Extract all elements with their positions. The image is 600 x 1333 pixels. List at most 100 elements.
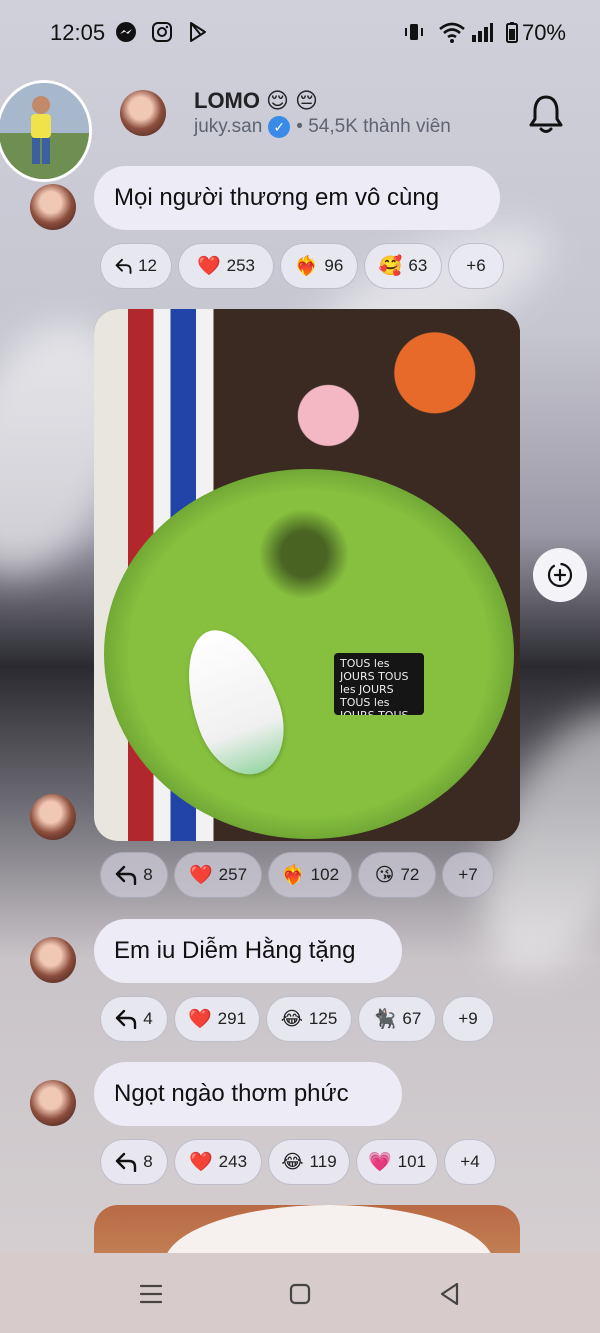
reaction-emoji: 😂 bbox=[281, 1151, 304, 1173]
reply-count: 12 bbox=[138, 256, 157, 275]
reaction-emoji: ❤️‍🔥 bbox=[280, 864, 305, 886]
bell-icon[interactable] bbox=[526, 92, 566, 136]
battery-percent: 70% bbox=[521, 20, 566, 45]
channel-name: LOMO bbox=[194, 88, 260, 113]
reaction-chip[interactable]: ❤️ 243 bbox=[174, 1139, 262, 1185]
play-store-icon bbox=[190, 22, 206, 42]
channel-username: juky.san bbox=[194, 116, 263, 137]
message-text: Mọi người thương em vô cùng bbox=[114, 184, 440, 211]
reaction-count: 257 bbox=[218, 865, 248, 884]
reaction-emoji: ❤️ bbox=[188, 864, 213, 886]
reaction-chip[interactable]: ❤️‍🔥 102 bbox=[268, 852, 352, 898]
reply-count: 8 bbox=[143, 865, 153, 884]
reaction-emoji: 🐈‍⬛ bbox=[372, 1008, 397, 1030]
reply-icon bbox=[115, 258, 132, 274]
reaction-emoji: 😘 bbox=[374, 864, 395, 886]
channel-subtitle: juky.san ✓ • 54,5K thành viên bbox=[194, 116, 451, 138]
community-avatar[interactable] bbox=[0, 80, 92, 182]
instagram-icon bbox=[152, 22, 172, 42]
message-bubble[interactable]: Mọi người thương em vô cùng bbox=[94, 166, 500, 230]
status-bar: 12:05 70% bbox=[0, 0, 600, 66]
reaction-chip[interactable]: 🐈‍⬛ 67 bbox=[358, 996, 436, 1042]
message-bubble[interactable]: Em iu Diễm Hằng tặng bbox=[94, 919, 402, 983]
reply-button[interactable]: 8 bbox=[100, 1139, 168, 1185]
reply-count: 8 bbox=[143, 1152, 153, 1171]
signal-icon bbox=[472, 23, 493, 42]
more-reactions-count: +6 bbox=[466, 256, 486, 275]
reaction-row: 8 ❤️ 243 😂 119 💗 101 +4 bbox=[100, 1139, 496, 1185]
menu-icon[interactable] bbox=[138, 1281, 164, 1307]
more-reactions-count: +9 bbox=[458, 1009, 478, 1028]
reaction-count: 243 bbox=[218, 1152, 248, 1171]
more-reactions-count: +4 bbox=[460, 1152, 480, 1171]
reaction-chip[interactable]: 💗 101 bbox=[356, 1139, 438, 1185]
message-text: Em iu Diễm Hằng tặng bbox=[114, 937, 356, 964]
navigation-bar bbox=[0, 1253, 600, 1333]
channel-avatar[interactable] bbox=[120, 90, 166, 136]
pistachio-crumbs bbox=[244, 509, 364, 599]
message-photo[interactable]: TOUS les JOURS TOUS les JOURS TOUS les J… bbox=[94, 309, 520, 841]
reaction-chip[interactable]: 🥰 63 bbox=[364, 243, 442, 289]
reply-icon bbox=[116, 1152, 137, 1172]
reaction-emoji: ❤️ bbox=[187, 1008, 212, 1030]
reply-icon bbox=[116, 1009, 137, 1029]
reaction-emoji: 😂 bbox=[280, 1008, 303, 1030]
member-count: • 54,5K thành viên bbox=[296, 116, 451, 137]
reaction-row: 8 ❤️ 257 ❤️‍🔥 102 😘 72 +7 bbox=[100, 852, 494, 898]
sender-avatar[interactable] bbox=[30, 937, 76, 983]
reaction-chip[interactable]: ❤️ 253 bbox=[178, 243, 274, 289]
sender-avatar[interactable] bbox=[30, 1080, 76, 1126]
reply-count: 4 bbox=[143, 1009, 153, 1028]
child-photo-icon bbox=[0, 83, 89, 179]
reaction-chip[interactable]: ❤️ 257 bbox=[174, 852, 262, 898]
more-reactions-count: +7 bbox=[458, 865, 478, 884]
more-reactions-button[interactable]: +6 bbox=[448, 243, 504, 289]
reaction-count: 125 bbox=[308, 1009, 338, 1028]
verified-badge-icon: ✓ bbox=[268, 116, 291, 138]
messenger-icon bbox=[116, 22, 136, 42]
reaction-count: 102 bbox=[310, 865, 340, 884]
reaction-chip[interactable]: 😘 72 bbox=[358, 852, 436, 898]
wifi-icon bbox=[439, 22, 465, 43]
reaction-emoji: 🥰 bbox=[378, 255, 403, 277]
home-icon[interactable] bbox=[287, 1281, 313, 1307]
reply-button[interactable]: 8 bbox=[100, 852, 168, 898]
reaction-count: 119 bbox=[309, 1152, 337, 1171]
reaction-emoji: 💗 bbox=[367, 1151, 392, 1173]
vibrate-icon bbox=[405, 24, 423, 40]
reaction-row: 12 ❤️ 253 ❤️‍🔥 96 🥰 63 +6 bbox=[100, 243, 504, 289]
cake-tag: TOUS les JOURS TOUS les JOURS TOUS les J… bbox=[334, 653, 424, 715]
reaction-count: 101 bbox=[397, 1152, 427, 1171]
reaction-count: 253 bbox=[226, 256, 256, 275]
reply-button[interactable]: 4 bbox=[100, 996, 168, 1042]
reaction-count: 67 bbox=[402, 1009, 422, 1028]
reaction-count: 291 bbox=[217, 1009, 247, 1028]
reaction-count: 96 bbox=[324, 256, 344, 275]
reaction-emoji: ❤️ bbox=[188, 1151, 213, 1173]
reaction-emoji: ❤️‍🔥 bbox=[294, 255, 319, 277]
message-text: Ngọt ngào thơm phức bbox=[114, 1080, 349, 1107]
status-time: 12:05 bbox=[50, 20, 106, 45]
add-reaction-button[interactable] bbox=[533, 548, 587, 602]
reaction-chip[interactable]: 😂 119 bbox=[268, 1139, 350, 1185]
reaction-chip[interactable]: 😂 125 bbox=[266, 996, 352, 1042]
channel-title[interactable]: LOMO 😌 😔 bbox=[194, 88, 318, 114]
more-reactions-button[interactable]: +4 bbox=[444, 1139, 496, 1185]
reply-icon bbox=[116, 865, 137, 885]
battery-icon bbox=[506, 22, 518, 43]
reaction-count: 63 bbox=[408, 256, 428, 275]
more-reactions-button[interactable]: +9 bbox=[442, 996, 494, 1042]
reaction-chip[interactable]: ❤️ 291 bbox=[174, 996, 260, 1042]
reaction-emoji: ❤️ bbox=[196, 255, 221, 277]
reaction-count: 72 bbox=[400, 865, 420, 884]
message-bubble[interactable]: Ngọt ngào thơm phức bbox=[94, 1062, 402, 1126]
add-circle-icon bbox=[547, 562, 573, 588]
reply-button[interactable]: 12 bbox=[100, 243, 172, 289]
sender-avatar[interactable] bbox=[30, 184, 76, 230]
reaction-row: 4 ❤️ 291 😂 125 🐈‍⬛ 67 +9 bbox=[100, 996, 494, 1042]
more-reactions-button[interactable]: +7 bbox=[442, 852, 494, 898]
sender-avatar[interactable] bbox=[30, 794, 76, 840]
title-emojis: 😌 😔 bbox=[266, 88, 318, 113]
reaction-chip[interactable]: ❤️‍🔥 96 bbox=[280, 243, 358, 289]
back-icon[interactable] bbox=[437, 1281, 463, 1307]
